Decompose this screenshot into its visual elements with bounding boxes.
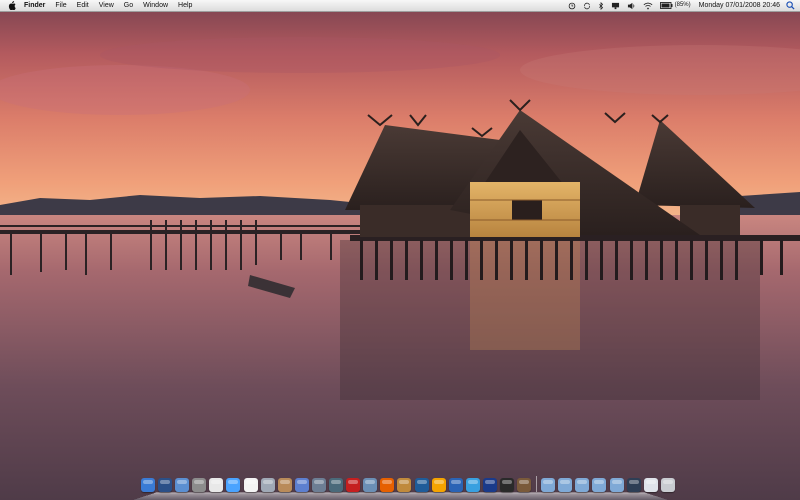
spotlight-search-icon[interactable] (786, 0, 795, 11)
dashboard-icon[interactable] (158, 478, 173, 492)
finder-icon[interactable] (141, 478, 155, 492)
utility-icon[interactable] (397, 478, 412, 492)
terminal-icon[interactable] (499, 478, 514, 492)
sync-icon[interactable] (583, 0, 591, 11)
xcode-icon[interactable] (482, 478, 497, 492)
menu-finder[interactable]: Finder (24, 0, 45, 11)
itunes-icon[interactable] (294, 478, 309, 492)
menu-file[interactable]: File (55, 0, 66, 11)
time-machine-icon[interactable] (568, 0, 576, 11)
spaces-icon[interactable] (311, 478, 326, 492)
bluetooth-icon[interactable] (598, 0, 604, 11)
menu-window[interactable]: Window (143, 0, 168, 11)
dock-shelf (133, 492, 668, 500)
dock-separator (536, 476, 538, 492)
monitor-icon[interactable] (626, 478, 641, 492)
pdf-icon[interactable] (346, 478, 361, 492)
safari-icon[interactable] (363, 478, 378, 492)
dock-icons (141, 476, 678, 492)
photo-booth-icon[interactable] (414, 478, 429, 492)
pictures-folder-icon[interactable] (592, 478, 607, 492)
screen-icon[interactable] (465, 478, 480, 492)
menu-go[interactable]: Go (124, 0, 133, 11)
applications-folder-icon[interactable] (541, 478, 556, 492)
preview-icon[interactable] (175, 478, 190, 492)
menubar-clock[interactable]: Monday 07/01/2008 20:46 (699, 0, 780, 11)
iphoto-icon[interactable] (277, 478, 292, 492)
battery-percentage: (85%) (674, 2, 691, 8)
trash-icon[interactable] (660, 478, 675, 492)
sync-app-icon[interactable] (431, 478, 446, 492)
volume-icon[interactable] (627, 0, 636, 11)
system-preferences-icon[interactable] (192, 478, 207, 492)
time-machine-icon[interactable] (329, 478, 344, 492)
desktop-wallpaper (0, 0, 800, 500)
screenshot-icon[interactable] (643, 478, 658, 492)
network-icon[interactable] (448, 478, 463, 492)
ichat-icon[interactable] (226, 478, 241, 492)
textedit-icon[interactable] (209, 478, 224, 492)
menu-edit[interactable]: Edit (77, 0, 89, 11)
display-icon[interactable] (611, 0, 620, 11)
ical-icon[interactable] (243, 478, 258, 492)
firefox-icon[interactable] (380, 478, 395, 492)
apple-menu-icon[interactable] (7, 0, 16, 11)
menu-view[interactable]: View (99, 0, 114, 11)
documents-folder-icon[interactable] (558, 478, 573, 492)
dock (133, 472, 675, 500)
guitar-icon[interactable] (517, 478, 532, 492)
photo-app-icon[interactable] (260, 478, 275, 492)
menu-bar: Finder File Edit View Go Window Help (85… (0, 0, 800, 12)
menu-help[interactable]: Help (178, 0, 192, 11)
wifi-icon[interactable] (643, 0, 653, 11)
battery-icon[interactable]: (85%) (659, 0, 691, 11)
music-folder-icon[interactable] (609, 478, 624, 492)
downloads-folder-icon[interactable] (575, 478, 590, 492)
